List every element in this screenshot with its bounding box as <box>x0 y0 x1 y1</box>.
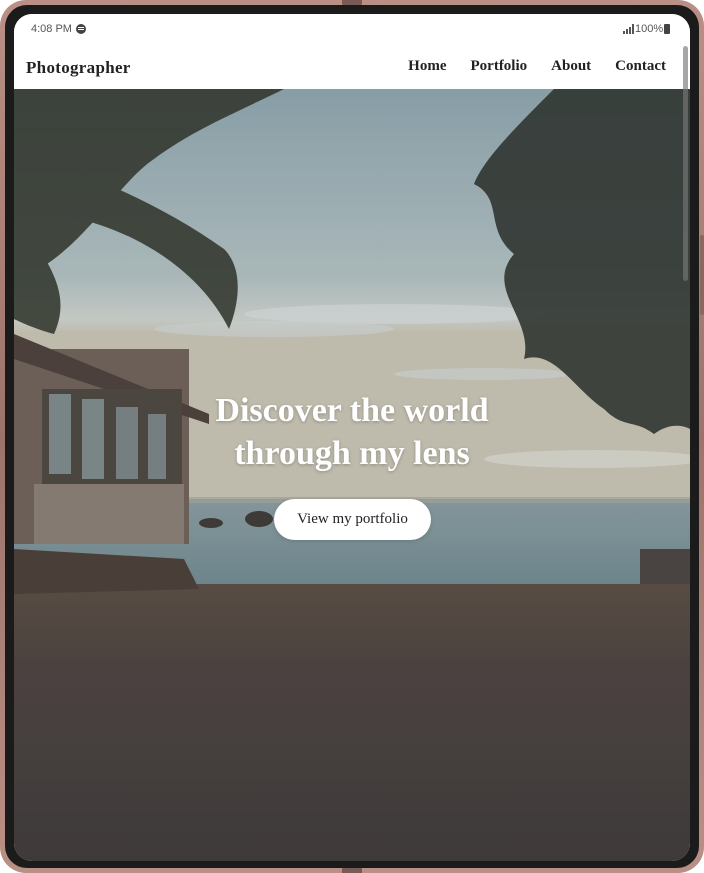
brand-logo[interactable]: Photographer <box>26 58 131 78</box>
view-portfolio-button[interactable]: View my portfolio <box>274 499 431 540</box>
nav-link-about[interactable]: About <box>551 58 591 75</box>
signal-icon <box>623 24 634 34</box>
nav-link-home[interactable]: Home <box>408 58 446 75</box>
hero-heading-line-2: through my lens <box>234 435 470 472</box>
nav-link-contact[interactable]: Contact <box>615 58 666 75</box>
nav-links: Home Portfolio About Contact <box>408 58 666 75</box>
hero-section: Discover the world through my lens View … <box>14 89 690 861</box>
hero-heading: Discover the world through my lens <box>134 389 570 475</box>
status-time: 4:08 PM <box>31 23 72 35</box>
hero-overlay <box>14 89 690 861</box>
screen: 4:08 PM 100% Photographer Home Portfolio… <box>14 14 690 861</box>
status-bar: 4:08 PM 100% <box>14 14 690 44</box>
side-button <box>700 235 704 315</box>
battery-icon <box>664 24 670 34</box>
scrollbar[interactable] <box>683 46 688 281</box>
device-frame: 4:08 PM 100% Photographer Home Portfolio… <box>0 0 704 873</box>
nav-link-portfolio[interactable]: Portfolio <box>471 58 528 75</box>
battery-percent: 100% <box>635 23 664 35</box>
spotify-icon <box>76 24 86 34</box>
navbar: Photographer Home Portfolio About Contac… <box>14 44 690 89</box>
hero-heading-line-1: Discover the world <box>215 392 489 429</box>
